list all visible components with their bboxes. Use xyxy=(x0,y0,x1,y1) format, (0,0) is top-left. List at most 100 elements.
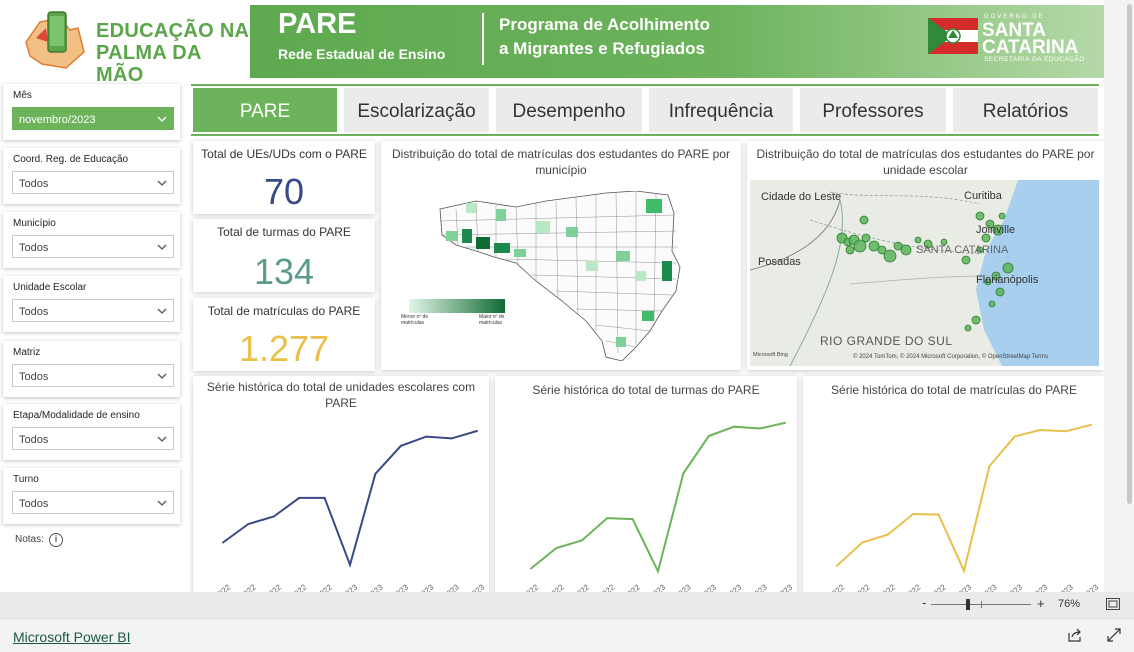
data-point[interactable] xyxy=(707,435,710,437)
filter-label: Matriz xyxy=(13,347,41,358)
data-point[interactable] xyxy=(836,564,838,567)
data-point[interactable] xyxy=(963,569,965,572)
data-point[interactable] xyxy=(476,430,478,433)
data-point[interactable] xyxy=(1090,423,1092,426)
header-logo-area: EDUCAÇÃO NA PALMA DA MÃO xyxy=(0,0,250,86)
data-point[interactable] xyxy=(399,444,402,447)
data-point[interactable] xyxy=(298,496,301,499)
data-point[interactable] xyxy=(222,541,224,544)
zoom-level[interactable]: 76% xyxy=(1058,598,1080,610)
map-municipio-title: Distribuição do total de matrículas dos … xyxy=(392,147,730,177)
kpi-value: 134 xyxy=(253,251,315,292)
program-line-2: a Migrantes e Refugiados xyxy=(499,39,705,58)
filter-label: Turno xyxy=(13,474,39,485)
map-escola-title: Distribuição do total de matrículas dos … xyxy=(756,147,1095,177)
vertical-scrollbar[interactable] xyxy=(1125,0,1134,592)
filter-label: Etapa/Modalidade de ensino xyxy=(13,410,140,421)
filter-value: Todos xyxy=(19,242,49,254)
data-point[interactable] xyxy=(450,437,453,440)
notas-label: Notas: xyxy=(15,534,44,545)
filter-dropdown[interactable]: Todos xyxy=(12,427,174,450)
data-point[interactable] xyxy=(580,539,583,542)
tab-infrequencia[interactable]: Infrequência xyxy=(649,88,793,132)
share-icon[interactable] xyxy=(1068,628,1082,642)
x-tick-label: abr/2023 xyxy=(380,582,410,592)
chevron-down-icon xyxy=(157,436,167,442)
data-point[interactable] xyxy=(861,541,864,544)
x-tick-label: out/2022 xyxy=(279,582,309,592)
line-chart-matriculas[interactable]: jul/2022ago/2022set/2022out/2022nov/2022… xyxy=(803,376,1104,592)
filter-dropdown[interactable]: Todos xyxy=(12,491,174,514)
tab-desempenho[interactable]: Desempenho xyxy=(496,88,642,132)
data-point[interactable] xyxy=(349,563,351,566)
filter-4: Matriz Todos xyxy=(3,341,180,397)
footer-bar: Microsoft Power BI xyxy=(0,618,1134,652)
data-point[interactable] xyxy=(606,517,609,520)
data-point[interactable] xyxy=(374,472,377,475)
logo-line-2: PALMA DA MÃO xyxy=(96,42,201,86)
data-point[interactable] xyxy=(323,496,326,499)
fit-to-page-icon[interactable] xyxy=(1106,598,1120,610)
tab-professores[interactable]: Professores xyxy=(800,88,946,132)
x-tick-label: set/2022 xyxy=(562,582,592,592)
data-point[interactable] xyxy=(937,513,940,516)
tab-escolarizacao[interactable]: Escolarização xyxy=(344,88,489,132)
x-tick-label: fev/2023 xyxy=(944,582,974,592)
line-chart-turmas[interactable]: jul/2022ago/2022set/2022out/2022nov/2022… xyxy=(495,376,797,592)
header-divider xyxy=(482,13,484,65)
map-label: Joinville xyxy=(976,224,1016,236)
map-municipio-card: Distribuição do total de matrículas dos … xyxy=(381,141,741,370)
data-point[interactable] xyxy=(530,567,532,570)
data-point[interactable] xyxy=(1064,430,1067,433)
data-point[interactable] xyxy=(247,522,250,525)
filter-dropdown[interactable]: Todos xyxy=(12,171,174,194)
zoom-in-button[interactable]: + xyxy=(1037,596,1045,611)
x-tick-label: jun/2023 xyxy=(431,582,461,592)
filter-dropdown[interactable]: Todos xyxy=(12,364,174,387)
chart-card-ues: Série histórica do total de unidades esc… xyxy=(193,376,489,592)
line-chart-ues[interactable]: jul/2022ago/2022set/2022out/2022nov/2022… xyxy=(193,376,489,592)
data-point[interactable] xyxy=(886,533,889,536)
info-icon[interactable]: i xyxy=(49,533,63,547)
x-tick-label: ago/2022 xyxy=(840,582,872,592)
data-point[interactable] xyxy=(682,472,685,475)
data-point[interactable] xyxy=(1013,435,1016,438)
x-tick-label: ago/2022 xyxy=(534,582,566,592)
x-tick-label: jun/2023 xyxy=(1045,582,1075,592)
page-title: PARE xyxy=(278,8,357,40)
data-point[interactable] xyxy=(631,518,634,521)
municipio-choropleth-map[interactable] xyxy=(436,191,686,361)
data-point[interactable] xyxy=(912,512,915,515)
data-point[interactable] xyxy=(555,547,558,549)
data-point[interactable] xyxy=(657,570,659,573)
data-point[interactable] xyxy=(425,435,428,438)
data-point[interactable] xyxy=(272,515,275,518)
filter-value: Todos xyxy=(19,306,49,318)
data-point[interactable] xyxy=(988,465,991,468)
map-label: Posadas xyxy=(758,256,801,268)
data-point[interactable] xyxy=(758,427,761,430)
x-tick-label: abr/2023 xyxy=(688,582,718,592)
fullscreen-icon[interactable] xyxy=(1107,628,1121,642)
zoom-out-button[interactable]: - xyxy=(922,595,926,610)
map-attribution[interactable]: © 2024 TomTom, © 2024 Microsoft Corporat… xyxy=(853,354,1048,360)
gov-name-line-2: CATARINA xyxy=(982,37,1079,58)
scrollbar-thumb[interactable] xyxy=(1127,4,1132,504)
data-point[interactable] xyxy=(784,421,786,424)
data-point[interactable] xyxy=(733,425,736,428)
x-tick-label: jul/2023 xyxy=(458,582,486,592)
data-point[interactable] xyxy=(1039,428,1042,431)
zoom-slider-thumb[interactable] xyxy=(966,599,970,610)
school-bubble-map[interactable]: Cidade do Leste Curitiba Joinville SANTA… xyxy=(750,180,1099,366)
tab-pare[interactable]: PARE xyxy=(193,88,337,132)
power-bi-link[interactable]: Microsoft Power BI xyxy=(13,629,130,645)
filter-dropdown[interactable]: Todos xyxy=(12,235,174,258)
x-tick-label: mai/2023 xyxy=(1018,582,1049,592)
filter-dropdown[interactable]: Todos xyxy=(12,299,174,322)
series-line xyxy=(530,421,786,575)
tabs-bottom-line xyxy=(191,134,1099,136)
x-tick-label: mai/2023 xyxy=(404,582,435,592)
tab-relatorios[interactable]: Relatórios xyxy=(953,88,1098,132)
kpi-title: Total de turmas do PARE xyxy=(217,225,351,239)
filter-dropdown[interactable]: novembro/2023 xyxy=(12,107,174,130)
